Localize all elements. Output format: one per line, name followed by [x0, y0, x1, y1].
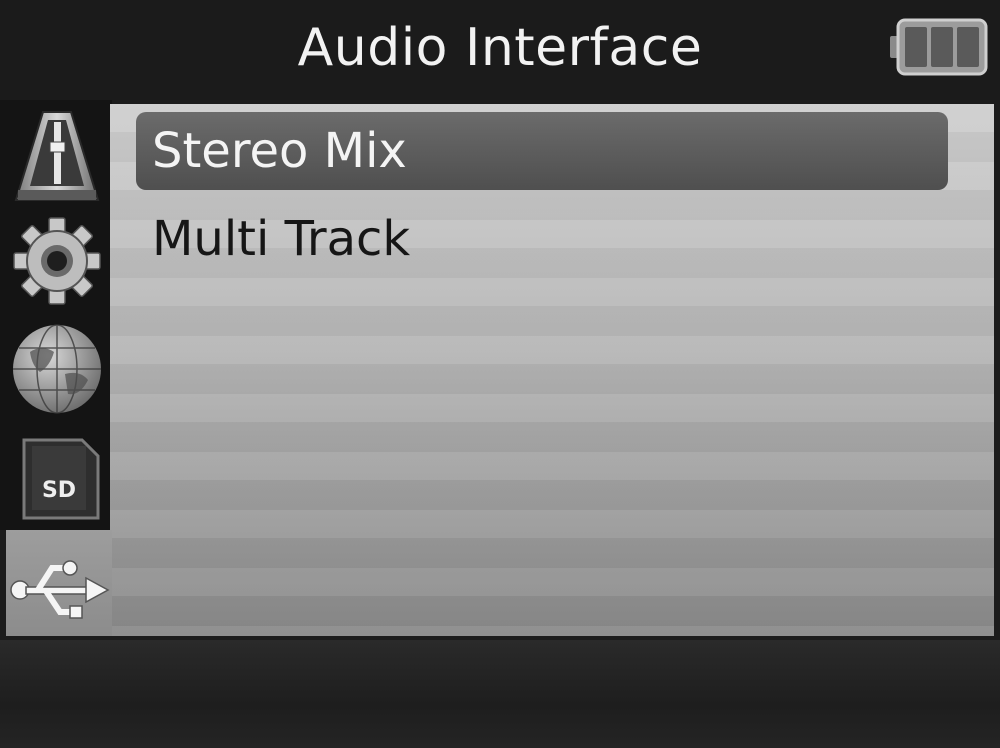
usb-icon: [10, 560, 110, 619]
metronome-icon: [14, 111, 100, 201]
battery-full-icon: [890, 18, 988, 76]
sidebar-item-metronome[interactable]: [10, 108, 104, 202]
sd-card-label: SD: [41, 478, 77, 503]
sd-card-icon: [22, 438, 100, 520]
sidebar-item-sd-card[interactable]: SD: [10, 430, 104, 524]
page-title: Audio Interface: [297, 18, 703, 78]
menu-item-label: Multi Track: [152, 211, 411, 267]
sidebar-item-settings[interactable]: [10, 214, 104, 308]
title-bar: Audio Interface: [0, 0, 1000, 100]
menu-list: Stereo Mix Multi Track: [110, 104, 994, 636]
sidebar-item-language[interactable]: [10, 322, 104, 416]
sidebar-item-usb[interactable]: [6, 530, 112, 636]
menu-item-multi-track[interactable]: Multi Track: [136, 200, 948, 278]
menu-item-stereo-mix[interactable]: Stereo Mix: [136, 112, 948, 190]
sidebar: SD: [0, 100, 112, 530]
bottom-bar: [0, 640, 1000, 748]
globe-icon: [13, 324, 101, 414]
gear-icon: [13, 217, 101, 305]
menu-item-label: Stereo Mix: [152, 123, 407, 179]
